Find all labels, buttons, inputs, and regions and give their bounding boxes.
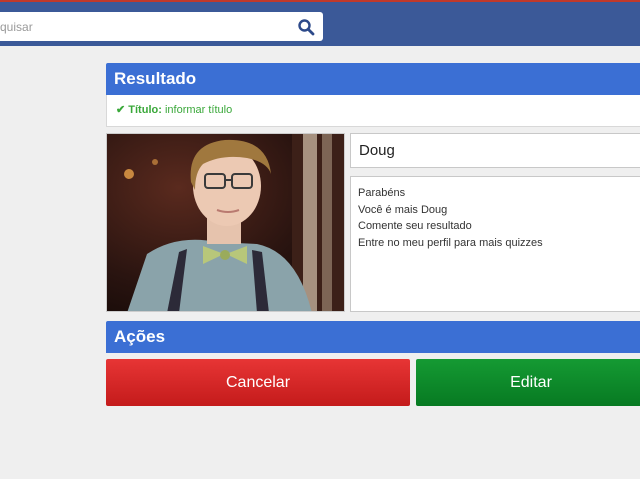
result-description-field[interactable]: Parabéns Você é mais Doug Comente seu re… (350, 176, 640, 312)
edit-button[interactable]: Editar (416, 359, 640, 406)
description-line: Entre no meu perfil para mais quizzes (358, 236, 543, 249)
check-icon: ✔ (116, 104, 126, 116)
actions-section-header: Ações (106, 321, 640, 353)
cancel-button[interactable]: Cancelar (106, 359, 410, 406)
result-name-field[interactable] (350, 133, 640, 168)
result-image[interactable] (106, 133, 345, 312)
result-section-header: Resultado (106, 63, 640, 95)
title-field-label: Título: (128, 104, 162, 116)
search-box (0, 12, 323, 41)
top-navbar (0, 0, 640, 46)
search-input[interactable] (0, 12, 290, 41)
search-icon[interactable] (297, 18, 315, 36)
title-field-value[interactable]: informar título (165, 104, 232, 116)
title-field-row[interactable]: ✔ Título: informar título (106, 95, 640, 127)
portrait-photo (107, 134, 344, 311)
description-line: Você é mais Doug (358, 203, 448, 216)
description-line: Parabéns (358, 187, 406, 199)
description-line: Comente seu resultado (358, 220, 472, 232)
